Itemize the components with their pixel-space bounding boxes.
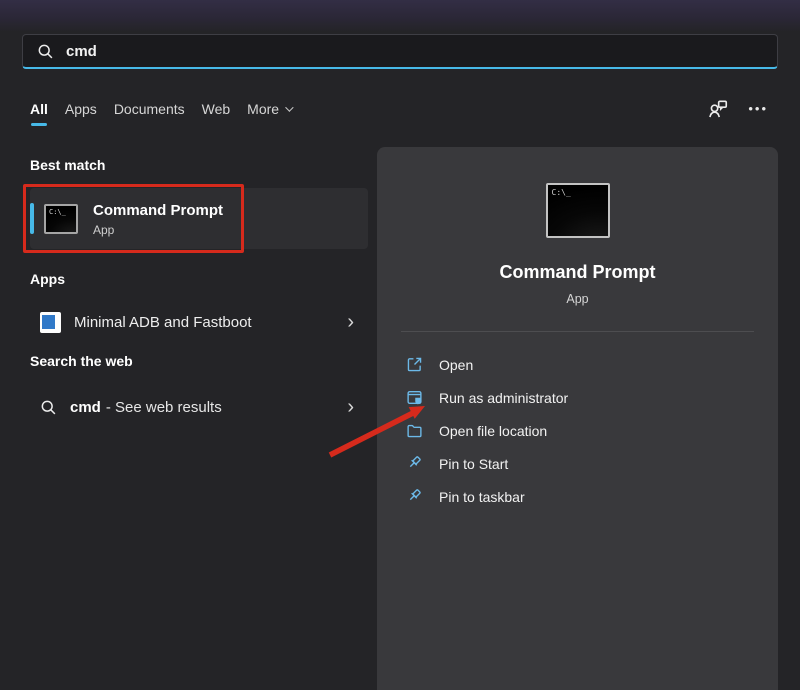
result-label: Minimal ADB and Fastboot bbox=[74, 314, 334, 331]
best-match-result-command-prompt[interactable]: C:\_ Command Prompt App bbox=[30, 188, 368, 249]
admin-shield-window-icon bbox=[405, 389, 423, 407]
preview-panel: C:\_ Command Prompt App Open bbox=[377, 147, 778, 690]
pin-icon bbox=[405, 455, 423, 473]
search-input-value[interactable]: cmd bbox=[66, 43, 97, 60]
chevron-down-icon bbox=[285, 103, 293, 111]
preview-app-name: Command Prompt bbox=[377, 262, 778, 283]
best-match-header: Best match bbox=[30, 157, 105, 173]
pin-icon bbox=[405, 488, 423, 506]
tab-apps[interactable]: Apps bbox=[65, 101, 97, 117]
open-external-icon bbox=[405, 356, 423, 374]
tab-web[interactable]: Web bbox=[202, 101, 231, 117]
chevron-right-icon: › bbox=[347, 312, 354, 332]
action-run-as-administrator[interactable]: Run as administrator bbox=[377, 381, 778, 414]
best-match-app-name: Command Prompt bbox=[93, 201, 223, 220]
minimal-adb-app-icon bbox=[40, 312, 61, 333]
search-input[interactable]: cmd bbox=[22, 34, 778, 69]
best-match-app-type: App bbox=[93, 223, 223, 237]
more-options-icon[interactable]: ••• bbox=[748, 96, 768, 122]
search-icon bbox=[37, 43, 54, 60]
command-prompt-icon: C:\_ bbox=[44, 204, 78, 234]
filter-tabs: All Apps Documents Web More bbox=[30, 98, 291, 120]
desktop-background-band bbox=[0, 0, 800, 32]
action-open-file-location[interactable]: Open file location bbox=[377, 414, 778, 447]
search-icon bbox=[40, 399, 57, 416]
action-open[interactable]: Open bbox=[377, 348, 778, 381]
preview-app-type: App bbox=[377, 292, 778, 306]
selection-accent-bar bbox=[30, 203, 34, 234]
divider bbox=[401, 331, 754, 332]
tab-documents[interactable]: Documents bbox=[114, 101, 185, 117]
header-icons: ••• bbox=[707, 96, 768, 122]
action-pin-to-start[interactable]: Pin to Start bbox=[377, 447, 778, 480]
account-options-icon[interactable] bbox=[707, 99, 728, 120]
context-actions: Open Run as administrator bbox=[377, 348, 778, 513]
chevron-right-icon: › bbox=[347, 397, 354, 417]
action-pin-to-taskbar[interactable]: Pin to taskbar bbox=[377, 480, 778, 513]
folder-icon bbox=[405, 422, 423, 440]
result-web-search-cmd[interactable]: cmd- See web results › bbox=[30, 388, 368, 426]
tab-all[interactable]: All bbox=[30, 101, 48, 117]
web-result-label: cmd- See web results bbox=[70, 399, 334, 416]
command-prompt-icon-large: C:\_ bbox=[546, 183, 610, 238]
tab-more[interactable]: More bbox=[247, 101, 291, 117]
result-minimal-adb-and-fastboot[interactable]: Minimal ADB and Fastboot › bbox=[30, 303, 368, 341]
search-the-web-header: Search the web bbox=[30, 353, 133, 369]
apps-header: Apps bbox=[30, 271, 65, 287]
windows-search-flyout: cmd All Apps Documents Web More ••• Best… bbox=[0, 0, 800, 690]
